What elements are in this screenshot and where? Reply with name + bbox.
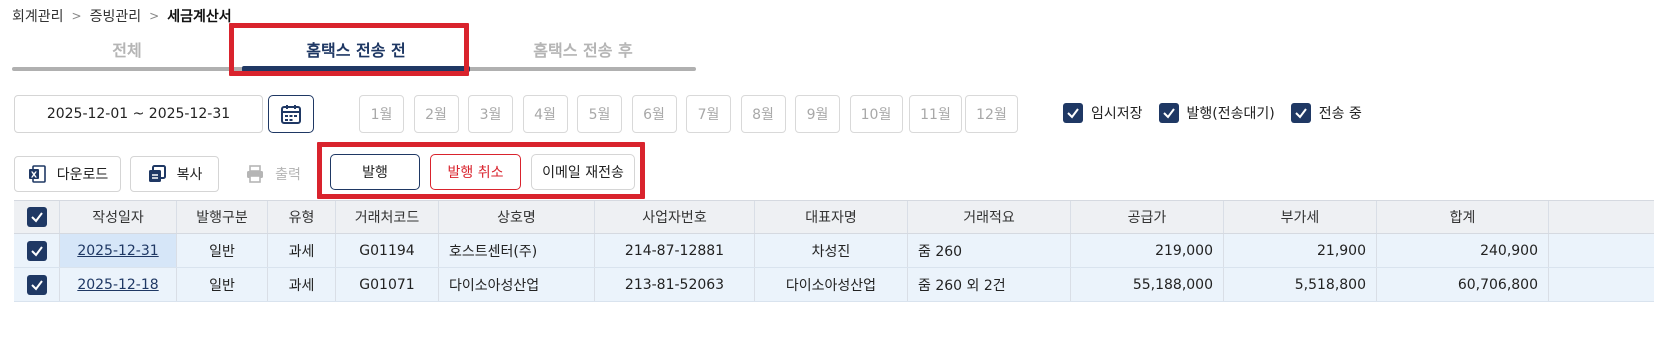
cell-date[interactable]: 2025-12-31 (60, 234, 177, 267)
cell-issue-type: 일반 (177, 234, 268, 267)
month-button-8[interactable]: 8월 (740, 95, 786, 133)
cell-total: 240,900 (1377, 234, 1549, 267)
resend-email-button[interactable]: 이메일 재전송 (531, 154, 635, 190)
month-button-12[interactable]: 12월 (965, 95, 1018, 133)
cell-company: 호스트센터(주) (439, 234, 595, 267)
status-check-temp-saved[interactable]: 임시저장 (1063, 103, 1143, 123)
breadcrumb-item-accounting[interactable]: 회계관리 (12, 6, 64, 26)
status-check-label: 임시저장 (1091, 106, 1143, 122)
checkbox-checked-icon[interactable] (1290, 103, 1311, 123)
cell-client-code: G01071 (336, 268, 439, 301)
chevron-right-icon: > (149, 9, 160, 23)
month-button-3[interactable]: 3월 (468, 95, 513, 133)
checkbox-checked-icon[interactable] (1063, 103, 1083, 123)
breadcrumb-current: 세금계산서 (167, 9, 232, 25)
status-check-label: 전송 중 (1318, 106, 1362, 122)
column-header-vat[interactable]: 부가세 (1224, 201, 1377, 233)
table-header-row: 작성일자 발행구분 유형 거래처코드 상호명 사업자번호 대표자명 거래적요 공… (14, 200, 1654, 234)
month-button-2[interactable]: 2월 (413, 95, 459, 133)
column-header-ceo[interactable]: 대표자명 (755, 201, 908, 233)
month-button-6[interactable]: 6월 (631, 95, 677, 133)
month-button-11[interactable]: 11월 (909, 95, 962, 133)
tab-all[interactable]: 전체 (12, 30, 242, 68)
tab-after-hometax[interactable]: 홈택스 전송 후 (470, 30, 696, 68)
row-select-cell (14, 268, 60, 301)
column-header-client-code[interactable]: 거래처코드 (336, 201, 439, 233)
column-header-company[interactable]: 상호명 (439, 201, 595, 233)
cell-supply: 55,188,000 (1071, 268, 1224, 301)
table-row[interactable]: 2025-12-18 일반 과세 G01071 다이소아성산업 213-81-5… (14, 268, 1654, 302)
breadcrumb: 회계관리 > 증빙관리 > 세금계산서 (12, 6, 232, 26)
copy-button[interactable]: 복사 (130, 156, 219, 192)
table-row[interactable]: 2025-12-31 일반 과세 G01194 호스트센터(주) 214-87-… (14, 234, 1654, 268)
month-button-1[interactable]: 1월 (359, 95, 404, 133)
cell-summary: 줌 260 외 2건 (908, 268, 1071, 301)
status-check-label: 발행(전송대기) (1186, 106, 1275, 122)
issue-button[interactable]: 발행 (330, 154, 420, 190)
excel-icon: X (27, 164, 47, 184)
cell-company: 다이소아성산업 (439, 268, 595, 301)
column-header-tax-type[interactable]: 유형 (268, 201, 336, 233)
month-button-9[interactable]: 9월 (795, 95, 840, 133)
chevron-right-icon: > (71, 9, 82, 23)
svg-text:X: X (31, 171, 38, 180)
status-check-issued[interactable]: 발행(전송대기) (1158, 103, 1275, 123)
cell-biz-no: 213-81-52063 (595, 268, 755, 301)
printer-icon (245, 164, 265, 184)
date-range-input[interactable]: 2025-12-01 ~ 2025-12-31 (14, 95, 263, 133)
row-checkbox[interactable] (26, 274, 47, 295)
select-all-checkbox[interactable] (26, 207, 47, 227)
cell-client-code: G01194 (336, 234, 439, 267)
cell-summary: 줌 260 (908, 234, 1071, 267)
print-button[interactable]: 출력 (232, 156, 314, 192)
tab-bar: 전체 홈택스 전송 전 홈택스 전송 후 (12, 30, 696, 72)
column-header-total[interactable]: 합계 (1377, 201, 1549, 233)
cell-ceo: 다이소아성산업 (755, 268, 908, 301)
checkbox-checked-icon[interactable] (1158, 103, 1179, 123)
print-label: 출력 (275, 167, 301, 183)
cell-ceo: 차성진 (755, 234, 908, 267)
download-button[interactable]: X 다운로드 (14, 156, 121, 192)
date-link[interactable]: 2025-12-31 (77, 243, 158, 259)
cell-issue-type: 일반 (177, 268, 268, 301)
column-header-biz-no[interactable]: 사업자번호 (595, 201, 755, 233)
column-header-supply[interactable]: 공급가 (1071, 201, 1224, 233)
cell-vat: 5,518,800 (1224, 268, 1377, 301)
select-all-cell (14, 201, 60, 233)
row-select-cell (14, 234, 60, 267)
tab-before-hometax[interactable]: 홈택스 전송 전 (242, 30, 470, 68)
cell-vat: 21,900 (1224, 234, 1377, 267)
column-header-date[interactable]: 작성일자 (60, 201, 177, 233)
breadcrumb-item-evidence[interactable]: 증빙관리 (90, 6, 142, 26)
tab-active-indicator (242, 66, 470, 72)
month-button-10[interactable]: 10월 (849, 95, 903, 133)
status-filters: 임시저장 발행(전송대기) 전송 중 (1063, 103, 1378, 123)
cell-tax-type: 과세 (268, 234, 336, 267)
calendar-button[interactable] (268, 95, 314, 133)
month-button-4[interactable]: 4월 (522, 95, 568, 133)
cell-tax-type: 과세 (268, 268, 336, 301)
cell-biz-no: 214-87-12881 (595, 234, 755, 267)
status-check-sending[interactable]: 전송 중 (1290, 103, 1362, 123)
cell-total: 60,706,800 (1377, 268, 1549, 301)
month-button-5[interactable]: 5월 (577, 95, 622, 133)
column-header-summary[interactable]: 거래적요 (908, 201, 1071, 233)
cell-date[interactable]: 2025-12-18 (60, 268, 177, 301)
cancel-issue-button[interactable]: 발행 취소 (430, 154, 521, 190)
download-label: 다운로드 (56, 167, 109, 183)
column-header-issue-type[interactable]: 발행구분 (177, 201, 268, 233)
copy-label: 복사 (176, 167, 203, 183)
calendar-icon (281, 105, 301, 124)
month-button-7[interactable]: 7월 (686, 95, 731, 133)
date-link[interactable]: 2025-12-18 (77, 277, 158, 293)
cell-supply: 219,000 (1071, 234, 1224, 267)
row-checkbox[interactable] (26, 240, 47, 261)
copy-icon (147, 164, 167, 184)
